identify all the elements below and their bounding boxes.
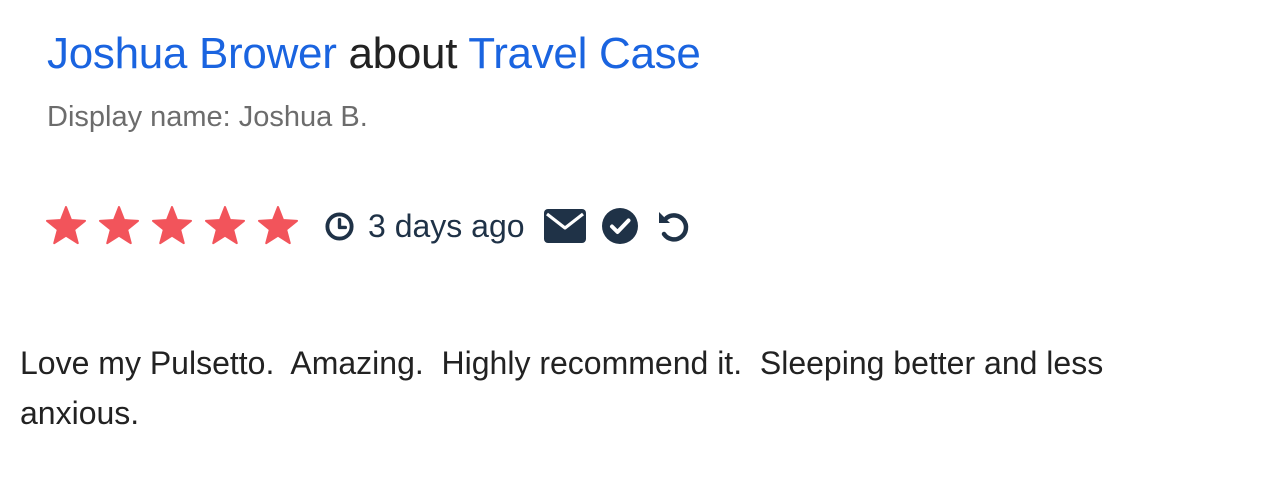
review-meta-row: 3 days ago (46, 203, 692, 249)
check-circle-icon[interactable] (601, 208, 638, 244)
clock-icon (324, 211, 355, 242)
header-connector: about (348, 29, 458, 78)
star-icon (99, 206, 139, 246)
star-rating (46, 206, 298, 246)
star-icon (258, 206, 298, 246)
review-time: 3 days ago (324, 206, 525, 246)
star-icon (152, 206, 192, 246)
envelope-icon[interactable] (543, 209, 586, 243)
review-header: Joshua Brower about Travel Case (47, 28, 701, 80)
reviewer-name-link[interactable]: Joshua Brower (47, 29, 337, 78)
review-body-text: Love my Pulsetto. Amazing. Highly recomm… (20, 345, 1113, 431)
display-name: Display name: Joshua B. (47, 101, 368, 133)
star-icon (205, 206, 245, 246)
product-name-link[interactable]: Travel Case (468, 29, 701, 78)
star-icon (46, 206, 86, 246)
time-ago-text: 3 days ago (368, 208, 525, 244)
undo-icon[interactable] (656, 208, 692, 244)
